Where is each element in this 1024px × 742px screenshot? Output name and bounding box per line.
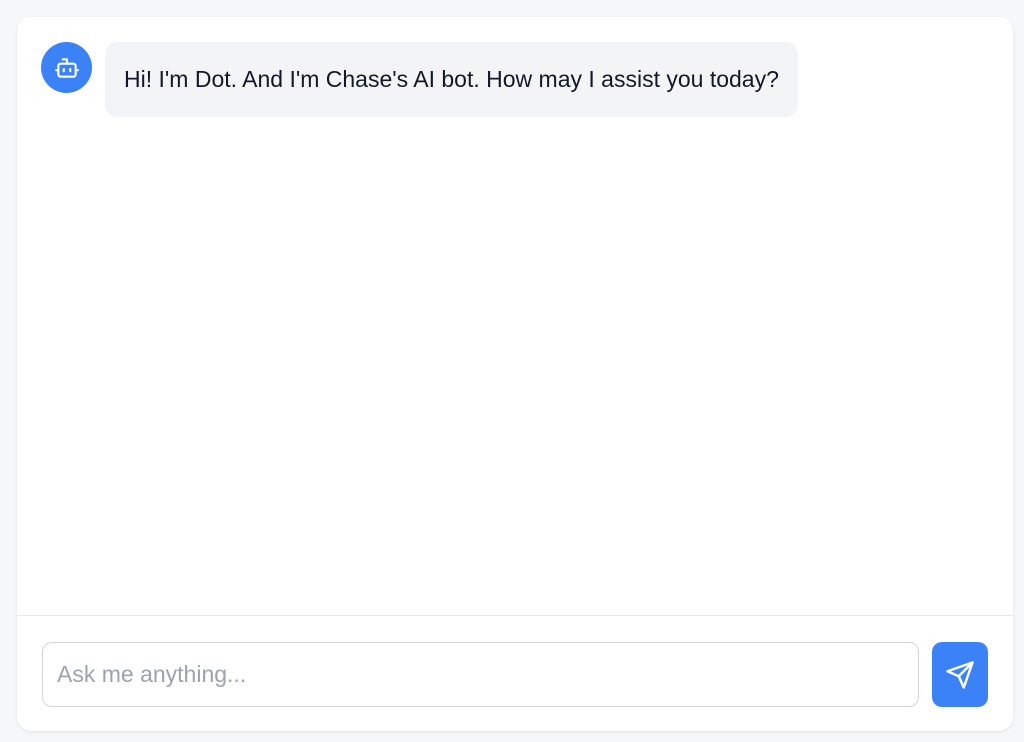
send-icon [946,660,974,689]
message-bubble: Hi! I'm Dot. And I'm Chase's AI bot. How… [105,42,798,117]
message-input[interactable] [42,642,919,707]
robot-icon [54,57,79,78]
message-list: Hi! I'm Dot. And I'm Chase's AI bot. How… [17,17,1013,615]
chat-window: Hi! I'm Dot. And I'm Chase's AI bot. How… [17,17,1013,731]
send-button[interactable] [932,642,988,707]
bot-message: Hi! I'm Dot. And I'm Chase's AI bot. How… [41,42,798,117]
bot-avatar [41,42,92,93]
composer [17,615,1013,731]
